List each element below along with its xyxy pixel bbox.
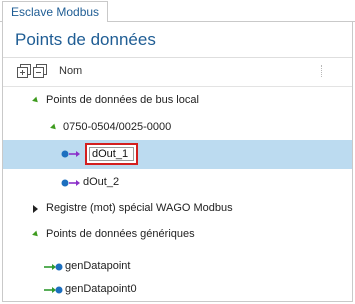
input-datapoint-icon (44, 263, 63, 271)
tree-node-generic[interactable]: Points de données génériques (3, 222, 352, 248)
collapsed-arrow-icon[interactable] (33, 205, 38, 213)
title-divider (3, 57, 352, 58)
tree-node-label: Registre (mot) spécial WAGO Modbus (46, 202, 233, 214)
datapoints-panel: Points de données Nom Points de données … (2, 22, 353, 302)
column-header-name[interactable]: Nom (59, 65, 82, 77)
rename-highlight (85, 143, 138, 165)
tab-esclave-modbus[interactable]: Esclave Modbus (2, 1, 109, 23)
tree-node-label: dOut_2 (83, 176, 120, 188)
output-datapoint-icon (61, 150, 80, 158)
expanded-arrow-icon[interactable] (32, 96, 40, 105)
tree-node-wago-register[interactable]: Registre (mot) spécial WAGO Modbus (3, 196, 352, 222)
tree-toolbar: Nom (3, 59, 352, 84)
tree-node-label: genDatapoint (65, 260, 131, 272)
tree-node-dout2[interactable]: dOut_2 (3, 170, 352, 196)
tree-node-label: 0750-0504/0025-0000 (63, 121, 172, 133)
tree-node-dout1[interactable] (3, 140, 352, 169)
header-divider (3, 86, 352, 87)
input-datapoint-icon (44, 286, 63, 294)
expanded-arrow-icon[interactable] (32, 230, 40, 239)
column-separator[interactable] (321, 65, 322, 77)
rename-input[interactable] (89, 147, 134, 161)
tree-node-label: genDatapoint0 (65, 283, 137, 295)
tab-strip: Esclave Modbus (0, 0, 355, 23)
tree-node-label: Points de données de bus local (46, 94, 199, 106)
tree-node-gendatapoint0[interactable]: genDatapoint0 (3, 277, 352, 303)
expand-all-icon[interactable] (17, 64, 31, 78)
tree-node-local-bus[interactable]: Points de données de bus local (3, 88, 352, 114)
tree-node-label: Points de données génériques (46, 228, 195, 240)
page-title: Points de données (15, 30, 156, 49)
output-datapoint-icon (61, 179, 80, 187)
collapse-all-icon[interactable] (33, 64, 47, 78)
tree-node-module[interactable]: 0750-0504/0025-0000 (3, 115, 352, 141)
expanded-arrow-icon[interactable] (50, 123, 58, 132)
